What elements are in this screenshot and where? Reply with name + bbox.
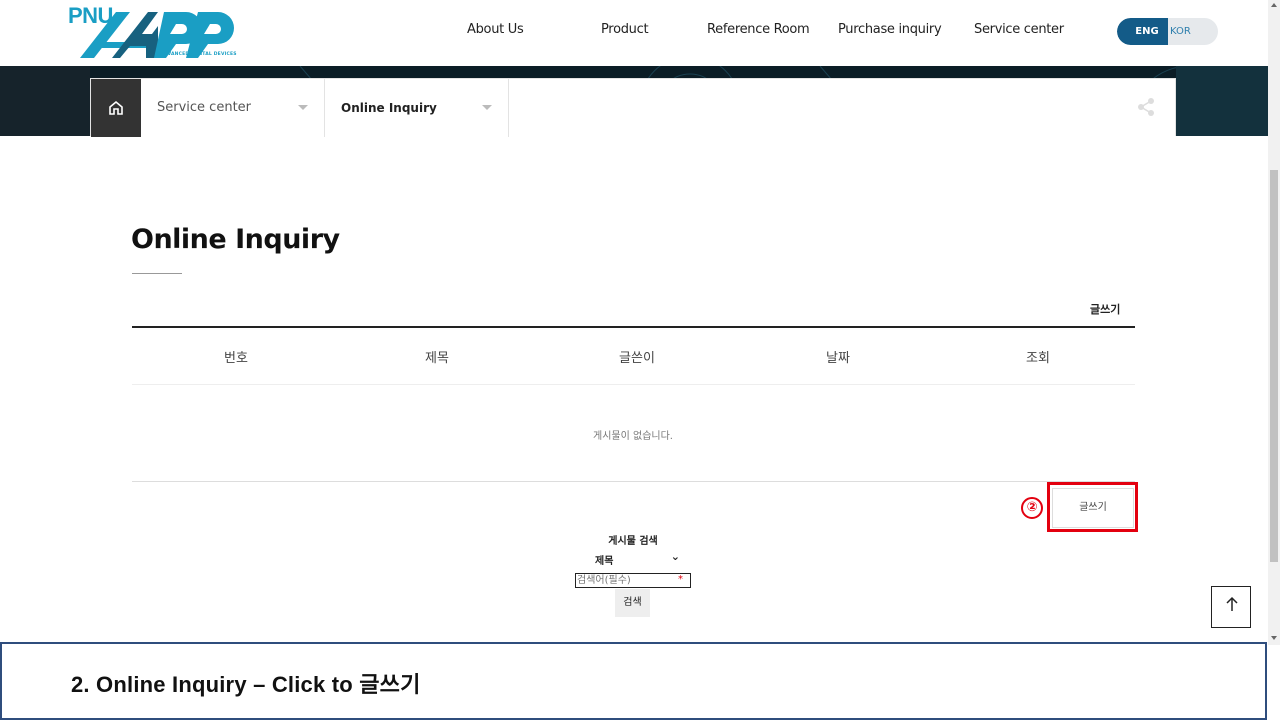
- annotation-step-marker: ②: [1021, 497, 1043, 519]
- breadcrumb-level2-label: Online Inquiry: [341, 101, 437, 115]
- write-link-top[interactable]: 글쓰기: [1090, 301, 1120, 317]
- breadcrumb-home-button[interactable]: [91, 79, 141, 137]
- breadcrumb-level2-dropdown[interactable]: Online Inquiry: [325, 79, 509, 137]
- svg-text:PNU: PNU: [68, 4, 113, 28]
- search-field-select[interactable]: 제목 ⌄: [594, 550, 682, 567]
- share-icon: [1138, 98, 1154, 116]
- page-title: Online Inquiry: [131, 224, 340, 255]
- nav-purchase-inquiry[interactable]: Purchase inquiry: [838, 22, 942, 37]
- scrollbar-thumb[interactable]: [1270, 170, 1278, 562]
- language-toggle: ENG KOR: [1117, 18, 1218, 45]
- scroll-up-arrow-icon[interactable]: [1271, 3, 1277, 7]
- nav-reference-room[interactable]: Reference Room: [707, 22, 810, 37]
- search-title: 게시물 검색: [608, 536, 658, 547]
- lang-kor-button[interactable]: KOR: [1170, 18, 1191, 45]
- annotation-highlight-box: [1047, 482, 1138, 532]
- column-header-number: 번호: [224, 351, 248, 366]
- search-button[interactable]: 검색: [615, 589, 650, 617]
- back-to-top-button[interactable]: [1211, 586, 1251, 628]
- column-header-views: 조회: [1026, 351, 1050, 366]
- breadcrumb: Service center Online Inquiry: [90, 78, 1176, 137]
- nav-service-center[interactable]: Service center: [974, 22, 1064, 37]
- caret-down-icon: [298, 105, 308, 110]
- site-header: PNU ADVANCED DENTAL DEVICES About Us Pro…: [0, 0, 1268, 66]
- lang-eng-button[interactable]: ENG: [1117, 18, 1168, 45]
- column-header-title: 제목: [425, 351, 449, 366]
- nav-product[interactable]: Product: [601, 22, 649, 37]
- instruction-caption: 2. Online Inquiry – Click to 글쓰기: [71, 672, 421, 697]
- search-input[interactable]: [575, 573, 691, 588]
- column-header-author: 글쓴이: [619, 351, 655, 366]
- search-field-selected: 제목: [595, 556, 614, 567]
- caret-down-icon: [482, 105, 492, 110]
- share-button[interactable]: [1137, 97, 1155, 121]
- column-header-date: 날짜: [826, 351, 850, 366]
- table-header-divider: [132, 384, 1135, 385]
- chevron-down-icon: ⌄: [670, 550, 680, 563]
- title-underline: [132, 273, 182, 274]
- home-icon: [109, 100, 123, 115]
- required-mark: *: [678, 574, 683, 585]
- table-top-border: [132, 326, 1135, 328]
- page: PNU ADVANCED DENTAL DEVICES About Us Pro…: [0, 0, 1280, 720]
- breadcrumb-level1-dropdown[interactable]: Service center: [141, 79, 325, 137]
- instruction-caption-box: 2. Online Inquiry – Click to 글쓰기: [0, 642, 1267, 720]
- vertical-scrollbar[interactable]: [1268, 0, 1280, 645]
- scroll-down-arrow-icon[interactable]: [1271, 636, 1277, 640]
- arrow-up-icon: [1226, 596, 1238, 611]
- logo-subtitle: ADVANCED DENTAL DEVICES: [160, 52, 237, 57]
- table-bottom-border: [132, 481, 1135, 482]
- empty-message: 게시물이 없습니다.: [593, 431, 673, 442]
- breadcrumb-level1-label: Service center: [157, 100, 252, 115]
- nav-about-us[interactable]: About Us: [467, 22, 524, 37]
- site-logo[interactable]: PNU ADVANCED DENTAL DEVICES: [68, 4, 238, 60]
